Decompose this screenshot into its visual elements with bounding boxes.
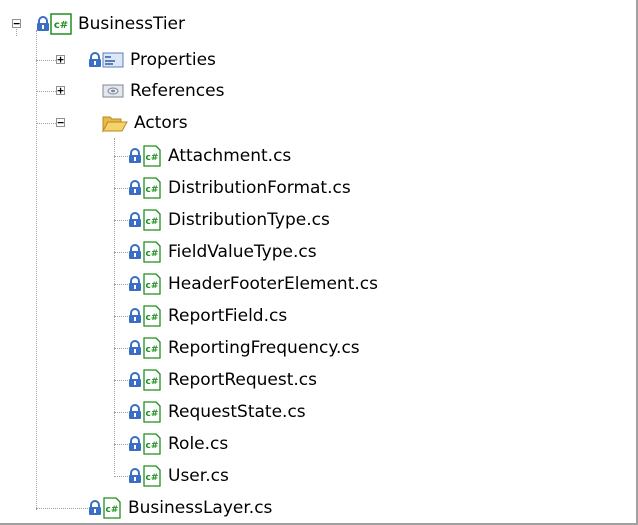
tree-line-root xyxy=(36,30,37,510)
lock-icon xyxy=(88,498,102,518)
lock-icon xyxy=(128,402,142,422)
tree-line-file xyxy=(114,220,128,221)
tree-node-file[interactable]: c# ReportField.cs xyxy=(128,301,287,331)
references-icon xyxy=(102,81,124,101)
tree-node-business-tier[interactable]: − c# BusinessTier xyxy=(8,9,185,39)
svg-text:c#: c# xyxy=(146,217,159,227)
tree-node-label: ReportField.cs xyxy=(168,306,288,326)
csharp-file-icon: c# xyxy=(102,497,122,519)
svg-text:c#: c# xyxy=(146,185,159,195)
tree-node-label: ReportRequest.cs xyxy=(168,370,318,390)
csharp-file-icon: c# xyxy=(142,241,162,263)
tree-node-label: BusinessLayer.cs xyxy=(128,498,273,518)
csharp-file-icon: c# xyxy=(142,209,162,231)
lock-icon xyxy=(128,146,142,166)
tree-node-label: BusinessTier xyxy=(78,14,185,34)
tree-node-label: Attachment.cs xyxy=(168,146,292,166)
lock-icon xyxy=(128,274,142,294)
csharp-file-icon: c# xyxy=(142,369,162,391)
csharp-file-icon: c# xyxy=(142,145,162,167)
tree-node-business-layer[interactable]: c# BusinessLayer.cs xyxy=(88,493,272,523)
tree-node-label: Actors xyxy=(134,113,188,133)
lock-icon xyxy=(128,242,142,262)
lock-icon xyxy=(128,434,142,454)
tree-line-file xyxy=(114,412,128,413)
tree-line-file xyxy=(114,348,128,349)
open-folder-icon xyxy=(102,113,128,133)
expand-toggle-properties[interactable]: + xyxy=(56,54,65,65)
tree-node-label: FieldValueType.cs xyxy=(168,242,317,262)
lock-icon xyxy=(36,14,50,34)
csharp-file-icon: c# xyxy=(142,401,162,423)
lock-icon xyxy=(88,50,102,70)
tree-node-label: RequestState.cs xyxy=(168,402,306,422)
properties-icon xyxy=(102,50,124,70)
csharp-file-icon: c# xyxy=(142,433,162,455)
tree-node-file[interactable]: c# FieldValueType.cs xyxy=(128,237,317,267)
lock-icon xyxy=(128,370,142,390)
lock-icon xyxy=(128,338,142,358)
svg-text:c#: c# xyxy=(146,313,159,323)
svg-text:c#: c# xyxy=(146,377,159,387)
tree-node-label: User.cs xyxy=(168,466,229,486)
solution-explorer-panel: − c# BusinessTier + Properties + Referen… xyxy=(0,0,638,525)
csharp-project-icon: c# xyxy=(50,13,72,35)
collapse-toggle-actors[interactable]: − xyxy=(56,117,65,128)
tree-line-file xyxy=(114,380,128,381)
csharp-file-icon: c# xyxy=(142,177,162,199)
tree-node-label: DistributionFormat.cs xyxy=(168,178,351,198)
tree-node-file[interactable]: c# Attachment.cs xyxy=(128,141,291,171)
csharp-file-icon: c# xyxy=(142,337,162,359)
tree-line-file xyxy=(114,444,128,445)
svg-text:c#: c# xyxy=(146,473,159,483)
tree-node-label: HeaderFooterElement.cs xyxy=(168,274,378,294)
tree-line-file xyxy=(114,316,128,317)
tree-line-file xyxy=(114,252,128,253)
svg-text:c#: c# xyxy=(146,281,159,291)
svg-text:c#: c# xyxy=(106,505,119,515)
tree-node-actors[interactable]: − Actors xyxy=(56,108,188,138)
tree-line-file xyxy=(114,476,128,477)
svg-text:c#: c# xyxy=(146,409,159,419)
tree-line-business-layer xyxy=(36,508,88,509)
tree-line-file xyxy=(114,188,128,189)
svg-text:c#: c# xyxy=(54,20,68,31)
svg-text:c#: c# xyxy=(146,345,159,355)
lock-icon xyxy=(128,306,142,326)
collapse-toggle-business-tier[interactable]: − xyxy=(12,18,21,29)
csharp-file-icon: c# xyxy=(142,305,162,327)
tree-node-label: Properties xyxy=(130,50,216,70)
expand-toggle-references[interactable]: + xyxy=(56,85,65,96)
svg-text:c#: c# xyxy=(146,249,159,259)
tree-line-file xyxy=(114,284,128,285)
tree-node-properties[interactable]: + Properties xyxy=(56,45,216,75)
lock-icon xyxy=(128,178,142,198)
lock-icon xyxy=(128,466,142,486)
lock-icon xyxy=(128,210,142,230)
tree-node-references[interactable]: + References xyxy=(56,76,225,106)
tree-node-file[interactable]: c# DistributionType.cs xyxy=(128,205,330,235)
tree-node-file[interactable]: c# User.cs xyxy=(128,461,229,491)
tree-node-file[interactable]: c# HeaderFooterElement.cs xyxy=(128,269,378,299)
tree-node-label: References xyxy=(130,81,225,101)
csharp-file-icon: c# xyxy=(142,273,162,295)
tree-node-file[interactable]: c# Role.cs xyxy=(128,429,228,459)
tree-node-file[interactable]: c# ReportRequest.cs xyxy=(128,365,317,395)
tree-node-file[interactable]: c# ReportingFrequency.cs xyxy=(128,333,360,363)
svg-text:c#: c# xyxy=(146,441,159,451)
tree-node-file[interactable]: c# RequestState.cs xyxy=(128,397,306,427)
csharp-file-icon: c# xyxy=(142,465,162,487)
tree-node-label: DistributionType.cs xyxy=(168,210,330,230)
tree-node-label: Role.cs xyxy=(168,434,229,454)
svg-text:c#: c# xyxy=(146,153,159,163)
tree-line-file xyxy=(114,156,128,157)
tree-node-label: ReportingFrequency.cs xyxy=(168,338,360,358)
tree-node-file[interactable]: c# DistributionFormat.cs xyxy=(128,173,351,203)
